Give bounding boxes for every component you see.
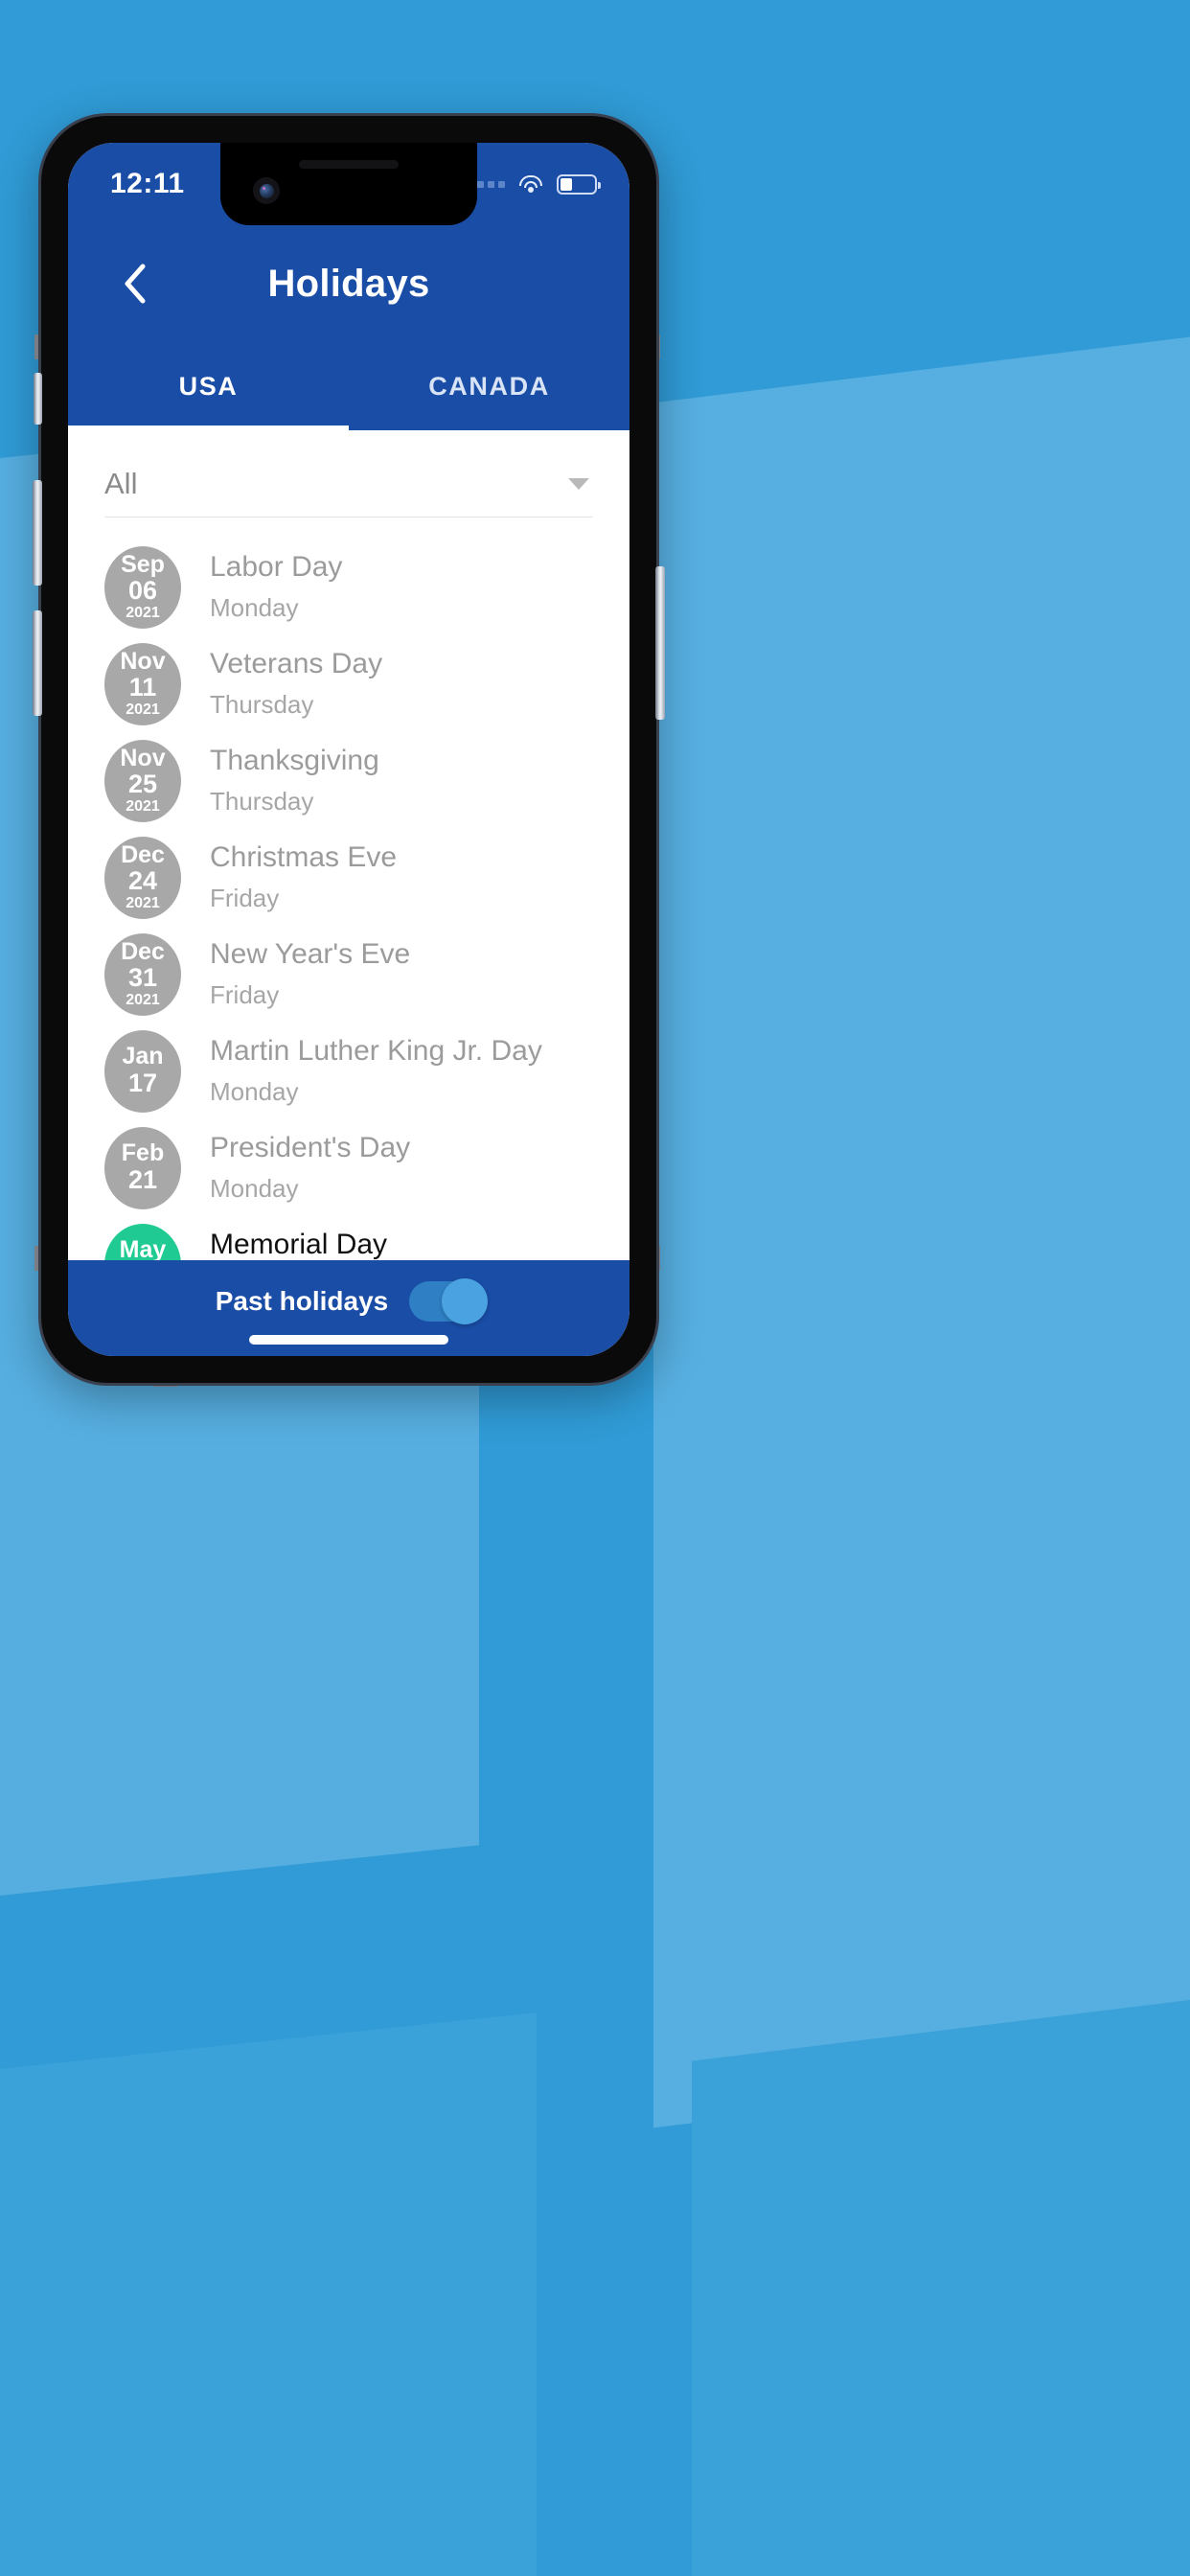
badge-year: 2021 [126, 701, 160, 718]
holiday-text: Martin Luther King Jr. Day Monday [210, 1035, 542, 1107]
holiday-name: Martin Luther King Jr. Day [210, 1035, 542, 1067]
holiday-row[interactable]: Sep 06 2021 Labor Day Monday [68, 539, 629, 635]
app-content: All Sep 06 2021 Labor Day Monday Nov 11 2021 Vet… [68, 430, 629, 1260]
badge-day: 11 [128, 673, 157, 702]
badge-day: 25 [127, 770, 158, 799]
holiday-weekday: Thursday [210, 690, 314, 719]
holiday-date-badge: Nov 25 2021 [104, 739, 181, 822]
holiday-weekday: Friday [210, 980, 280, 1009]
holiday-row[interactable]: Dec 24 2021 Christmas Eve Friday [68, 829, 629, 926]
holiday-list: Sep 06 2021 Labor Day Monday Nov 11 2021 Veteran… [68, 518, 629, 1260]
holiday-row[interactable]: Nov 25 2021 Thanksgiving Thursday [68, 732, 629, 829]
phone-screen: 12:11 Holidays USA CANADA All Sep 06 202… [68, 143, 629, 1356]
holiday-text: Thanksgiving Thursday [210, 745, 379, 816]
holiday-date-badge: Dec 31 2021 [104, 932, 181, 1016]
wifi-icon [518, 174, 543, 194]
caret-down-icon [568, 478, 589, 490]
holiday-name: Veterans Day [210, 648, 383, 679]
holiday-date-badge: Jan 17 [104, 1029, 181, 1113]
wallpaper-band [692, 1965, 1190, 2576]
mute-switch-button[interactable] [34, 373, 42, 425]
holiday-weekday: Monday [210, 593, 299, 622]
holiday-weekday: Thursday [210, 787, 314, 816]
back-button[interactable] [108, 257, 162, 310]
holiday-name: Christmas Eve [210, 841, 398, 873]
home-indicator[interactable] [249, 1335, 448, 1345]
badge-month: Sep [121, 550, 165, 578]
badge-month: Jan [122, 1043, 164, 1070]
wallpaper-band [653, 288, 1190, 2128]
badge-day: 21 [127, 1164, 158, 1194]
badge-year: 2021 [126, 991, 160, 1008]
holiday-text: Veterans Day Thursday [210, 648, 382, 720]
past-holidays-label: Past holidays [215, 1286, 389, 1316]
holiday-row[interactable]: May30 Memorial DayMonday [68, 1216, 629, 1260]
volume-up-button[interactable] [33, 480, 42, 586]
holiday-name: New Year's Eve [210, 938, 411, 970]
holiday-text: New Year's Eve Friday [210, 938, 410, 1010]
badge-day: 31 [127, 963, 158, 993]
badge-year: 2021 [126, 894, 160, 911]
badge-year: 2021 [126, 797, 160, 815]
holiday-date-badge: Sep 06 2021 [104, 545, 181, 629]
holiday-name: Labor Day [210, 551, 343, 583]
past-holidays-toggle[interactable] [409, 1278, 489, 1324]
wallpaper-band [0, 2012, 537, 2576]
device-notch [220, 143, 477, 225]
holiday-name: President's Day [210, 1132, 411, 1163]
holiday-date-badge: Dec 24 2021 [104, 836, 181, 919]
bottom-bar: Past holidays [68, 1260, 629, 1356]
battery-icon [557, 173, 601, 195]
holiday-date-badge: May30 [104, 1223, 181, 1260]
badge-year: 2021 [126, 604, 160, 621]
holiday-name: Thanksgiving [210, 745, 379, 776]
holiday-text: Labor Day Monday [210, 551, 342, 623]
holiday-date-badge: Nov 11 2021 [104, 642, 181, 725]
holiday-name: Memorial Day [210, 1229, 388, 1260]
front-camera-icon [253, 177, 280, 204]
holiday-date-badge: Feb 21 [104, 1126, 181, 1209]
tab-canada[interactable]: CANADA [349, 342, 629, 430]
holiday-weekday: Monday [210, 1077, 299, 1106]
power-button[interactable] [655, 566, 665, 720]
status-bar-indicators [467, 173, 601, 195]
badge-month: May [119, 1236, 167, 1260]
status-bar-clock: 12:11 [110, 168, 185, 199]
badge-month: Dec [121, 937, 165, 965]
holiday-row[interactable]: Dec 31 2021 New Year's Eve Friday [68, 926, 629, 1023]
tab-usa[interactable]: USA [68, 342, 349, 430]
holiday-text: Memorial DayMonday [210, 1229, 387, 1260]
earpiece-speaker [299, 160, 399, 169]
filter-selected-value: All [104, 467, 138, 500]
badge-month: Nov [120, 647, 166, 675]
badge-month: Dec [121, 840, 165, 868]
holiday-row[interactable]: Feb 21 President's Day Monday [68, 1119, 629, 1216]
phone-device-frame: 12:11 Holidays USA CANADA All Sep 06 202… [33, 113, 665, 1386]
holiday-filter-dropdown[interactable]: All [104, 467, 593, 518]
navigation-bar: Holidays [68, 225, 629, 342]
holiday-text: President's Day Monday [210, 1132, 410, 1204]
holiday-row[interactable]: Jan 17 Martin Luther King Jr. Day Monday [68, 1023, 629, 1119]
volume-down-button[interactable] [33, 610, 42, 716]
badge-day: 06 [127, 576, 158, 606]
holiday-text: Christmas Eve Friday [210, 841, 397, 913]
badge-month: Feb [121, 1139, 165, 1167]
country-tabs: USA CANADA [68, 342, 629, 430]
badge-day: 17 [127, 1068, 158, 1097]
badge-month: Nov [120, 744, 166, 771]
holiday-row[interactable]: Nov 11 2021 Veterans Day Thursday [68, 635, 629, 732]
holiday-weekday: Monday [210, 1174, 299, 1203]
holiday-weekday: Friday [210, 884, 280, 912]
badge-day: 24 [127, 866, 158, 896]
